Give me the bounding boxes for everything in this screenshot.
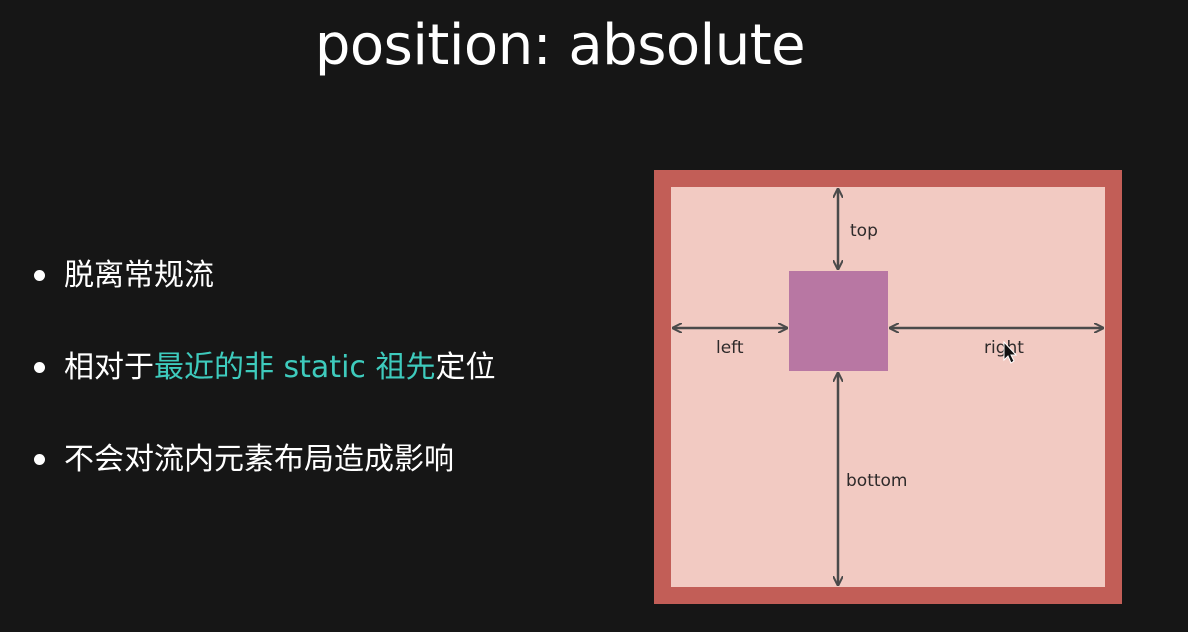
container-area — [671, 187, 1105, 587]
bullet-text-suffix: 定位 — [435, 350, 496, 385]
left-label: left — [716, 338, 744, 358]
slide: position: absolute 脱离常规流 相对于最近的非 static … — [0, 0, 1188, 632]
bullet-text-highlight: 最近的非 static 祖先 — [154, 350, 436, 385]
bullet-dot-icon — [34, 362, 45, 373]
top-label: top — [850, 221, 878, 241]
bottom-label: bottom — [846, 471, 907, 491]
bullet-item-no-layout-impact: 不会对流内元素布局造成影响 — [30, 434, 495, 486]
bullet-text: 不会对流内元素布局造成影响 — [64, 442, 454, 477]
diagram-svg: top left right bottom — [654, 170, 1122, 604]
bullet-text: 脱离常规流 — [64, 258, 214, 293]
bullet-list: 脱离常规流 相对于最近的非 static 祖先定位 不会对流内元素布局造成影响 — [30, 250, 495, 526]
slide-title: position: absolute — [314, 13, 806, 78]
positioned-box — [789, 271, 888, 371]
bullet-item-out-of-flow: 脱离常规流 — [30, 250, 495, 302]
bullet-item-relative-to-ancestor: 相对于最近的非 static 祖先定位 — [30, 342, 495, 394]
bullet-dot-icon — [34, 270, 45, 281]
bullet-dot-icon — [34, 454, 45, 465]
position-diagram: top left right bottom — [654, 170, 1122, 604]
bullet-text-prefix: 相对于 — [64, 350, 154, 385]
